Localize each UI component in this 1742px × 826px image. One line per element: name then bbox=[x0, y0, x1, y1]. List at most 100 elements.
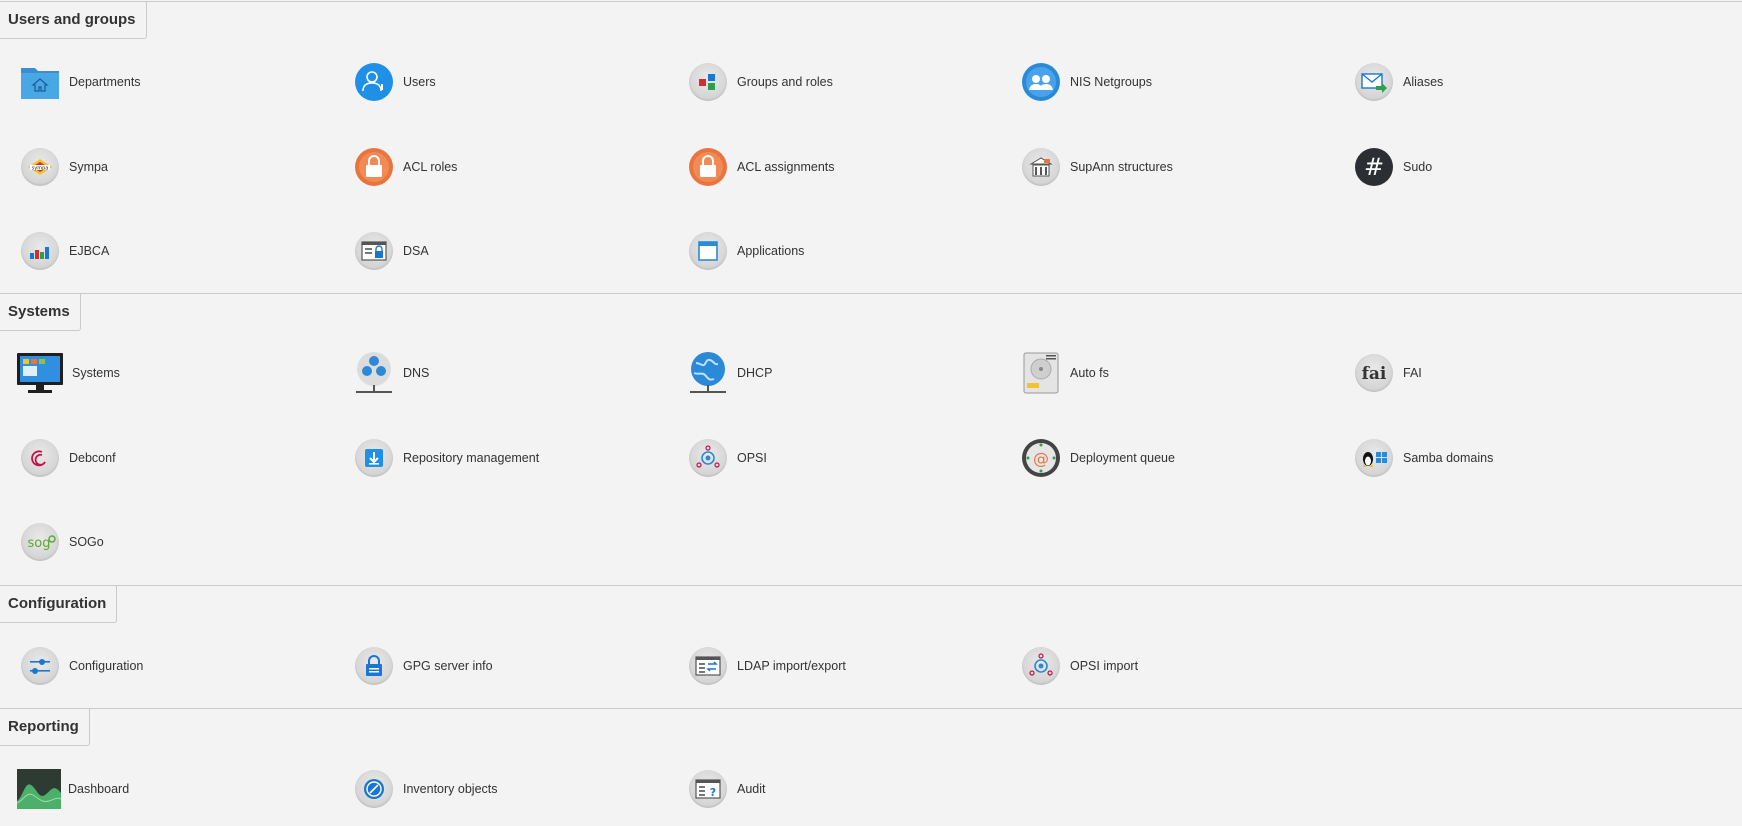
menu-item-label: OPSI import bbox=[1070, 659, 1139, 673]
svg-text:fai: fai bbox=[1362, 364, 1387, 384]
supann-structures-icon bbox=[1022, 148, 1060, 186]
configuration-icon bbox=[21, 647, 59, 685]
menu-item-label: LDAP import/export bbox=[737, 659, 846, 673]
menu-item-label: ACL assignments bbox=[737, 160, 835, 174]
menu-item-label: Repository management bbox=[403, 451, 540, 465]
menu-item-sogo[interactable]: sog SOGo bbox=[18, 520, 338, 564]
acl-roles-icon bbox=[354, 147, 394, 187]
menu-item-deployment-queue[interactable]: @ Deployment queue bbox=[1019, 436, 1339, 480]
menu-item-label: Debconf bbox=[69, 451, 116, 465]
menu-item-repository-management[interactable]: Repository management bbox=[352, 436, 672, 480]
departments-icon bbox=[20, 64, 60, 100]
menu-item-label: Configuration bbox=[69, 659, 144, 673]
dns-icon bbox=[354, 351, 394, 395]
menu-item-label: Samba domains bbox=[1403, 451, 1494, 465]
ldap-import-export-icon bbox=[689, 647, 727, 685]
menu-item-label: Deployment queue bbox=[1070, 451, 1175, 465]
aliases-icon bbox=[1355, 63, 1393, 101]
menu-item-label: Applications bbox=[737, 244, 805, 258]
acl-assignments-icon bbox=[688, 147, 728, 187]
section-users-and-groups: Users and groups Departments Users Group… bbox=[0, 1, 1742, 270]
fai-icon: fai bbox=[1355, 354, 1393, 392]
menu-item-auto-fs[interactable]: Auto fs bbox=[1019, 351, 1339, 395]
menu-item-dsa[interactable]: DSA bbox=[352, 229, 672, 273]
menu-item-label: GPG server info bbox=[403, 659, 493, 673]
menu-item-systems[interactable]: Systems bbox=[15, 351, 335, 395]
debconf-icon bbox=[21, 439, 59, 477]
menu-item-sudo[interactable]: # Sudo bbox=[1352, 145, 1672, 189]
section-title: Configuration bbox=[0, 586, 118, 623]
menu-item-dns[interactable]: DNS bbox=[352, 351, 672, 395]
menu-item-label: DHCP bbox=[737, 366, 773, 380]
section-title: Reporting bbox=[0, 709, 90, 746]
dsa-icon bbox=[355, 232, 393, 270]
deployment-queue-icon: @ bbox=[1021, 438, 1061, 478]
sudo-icon: # bbox=[1354, 147, 1394, 187]
menu-item-nis-netgroups[interactable]: NIS Netgroups bbox=[1019, 60, 1339, 104]
menu-item-debconf[interactable]: Debconf bbox=[18, 436, 338, 480]
menu-item-acl-roles[interactable]: ACL roles bbox=[352, 145, 672, 189]
menu-item-ldap-import-export[interactable]: LDAP import/export bbox=[686, 644, 1006, 688]
menu-item-ejbca[interactable]: EJBCA bbox=[18, 229, 338, 273]
systems-icon bbox=[16, 351, 64, 395]
menu-item-dashboard[interactable]: Dashboard bbox=[17, 767, 337, 811]
menu-item-label: Sudo bbox=[1403, 160, 1433, 174]
menu-item-label: Audit bbox=[737, 782, 766, 796]
svg-text:sog: sog bbox=[28, 536, 51, 551]
menu-item-label: FAI bbox=[1403, 366, 1422, 380]
menu-item-label: SOGo bbox=[69, 535, 104, 549]
dashboard-icon bbox=[17, 769, 61, 809]
opsi-icon bbox=[689, 439, 727, 477]
menu-item-label: Departments bbox=[69, 75, 141, 89]
section-configuration: Configuration Configuration GPG server i… bbox=[0, 585, 1742, 708]
menu-item-acl-assignments[interactable]: ACL assignments bbox=[686, 145, 1006, 189]
section-systems: Systems Systems DNS DHCP Auto fs fai FAI… bbox=[0, 293, 1742, 586]
sogo-icon: sog bbox=[21, 523, 59, 561]
menu-item-supann-structures[interactable]: SupAnn structures bbox=[1019, 145, 1339, 189]
menu-item-label: Groups and roles bbox=[737, 75, 833, 89]
gpg-server-info-icon bbox=[355, 647, 393, 685]
menu-item-dhcp[interactable]: DHCP bbox=[686, 351, 1006, 395]
menu-item-samba-domains[interactable]: Samba domains bbox=[1352, 436, 1672, 480]
menu-item-label: SupAnn structures bbox=[1070, 160, 1173, 174]
menu-item-gpg-server-info[interactable]: GPG server info bbox=[352, 644, 672, 688]
section-title: Users and groups bbox=[0, 2, 147, 39]
menu-item-label: EJBCA bbox=[69, 244, 110, 258]
audit-icon: ? bbox=[689, 770, 727, 808]
menu-item-groups-and-roles[interactable]: Groups and roles bbox=[686, 60, 1006, 104]
main-menu: Users and groups Departments Users Group… bbox=[0, 0, 1742, 826]
menu-item-label: Dashboard bbox=[68, 782, 130, 796]
menu-item-label: OPSI bbox=[737, 451, 767, 465]
menu-item-label: Systems bbox=[72, 366, 120, 380]
menu-item-label: Aliases bbox=[1403, 75, 1444, 89]
menu-item-label: NIS Netgroups bbox=[1070, 75, 1152, 89]
menu-item-sympa[interactable]: sympa Sympa bbox=[18, 145, 338, 189]
menu-item-users[interactable]: Users bbox=[352, 60, 672, 104]
svg-text:?: ? bbox=[710, 786, 716, 799]
svg-text:@: @ bbox=[1033, 449, 1049, 468]
menu-item-fai[interactable]: fai FAI bbox=[1352, 351, 1672, 395]
menu-item-label: Sympa bbox=[69, 160, 108, 174]
menu-item-departments[interactable]: Departments bbox=[18, 60, 338, 104]
autofs-icon bbox=[1022, 351, 1060, 395]
menu-item-opsi-import[interactable]: OPSI import bbox=[1019, 644, 1339, 688]
section-reporting: Reporting Dashboard Inventory objects ? … bbox=[0, 708, 1742, 826]
menu-item-opsi[interactable]: OPSI bbox=[686, 436, 1006, 480]
menu-item-configuration[interactable]: Configuration bbox=[18, 644, 338, 688]
section-title: Systems bbox=[0, 294, 81, 331]
menu-item-applications[interactable]: Applications bbox=[686, 229, 1006, 273]
menu-item-label: Inventory objects bbox=[403, 782, 498, 796]
menu-item-audit[interactable]: ? Audit bbox=[686, 767, 1006, 811]
users-icon bbox=[354, 62, 394, 102]
menu-item-inventory-objects[interactable]: Inventory objects bbox=[352, 767, 672, 811]
menu-item-label: DNS bbox=[403, 366, 430, 380]
dhcp-icon bbox=[688, 351, 728, 395]
ejbca-icon bbox=[21, 232, 59, 270]
groups-roles-icon bbox=[689, 63, 727, 101]
menu-item-label: Users bbox=[403, 75, 436, 89]
samba-domains-icon bbox=[1355, 439, 1393, 477]
repository-management-icon bbox=[355, 439, 393, 477]
inventory-objects-icon bbox=[355, 770, 393, 808]
menu-item-aliases[interactable]: Aliases bbox=[1352, 60, 1672, 104]
menu-item-label: DSA bbox=[403, 244, 429, 258]
